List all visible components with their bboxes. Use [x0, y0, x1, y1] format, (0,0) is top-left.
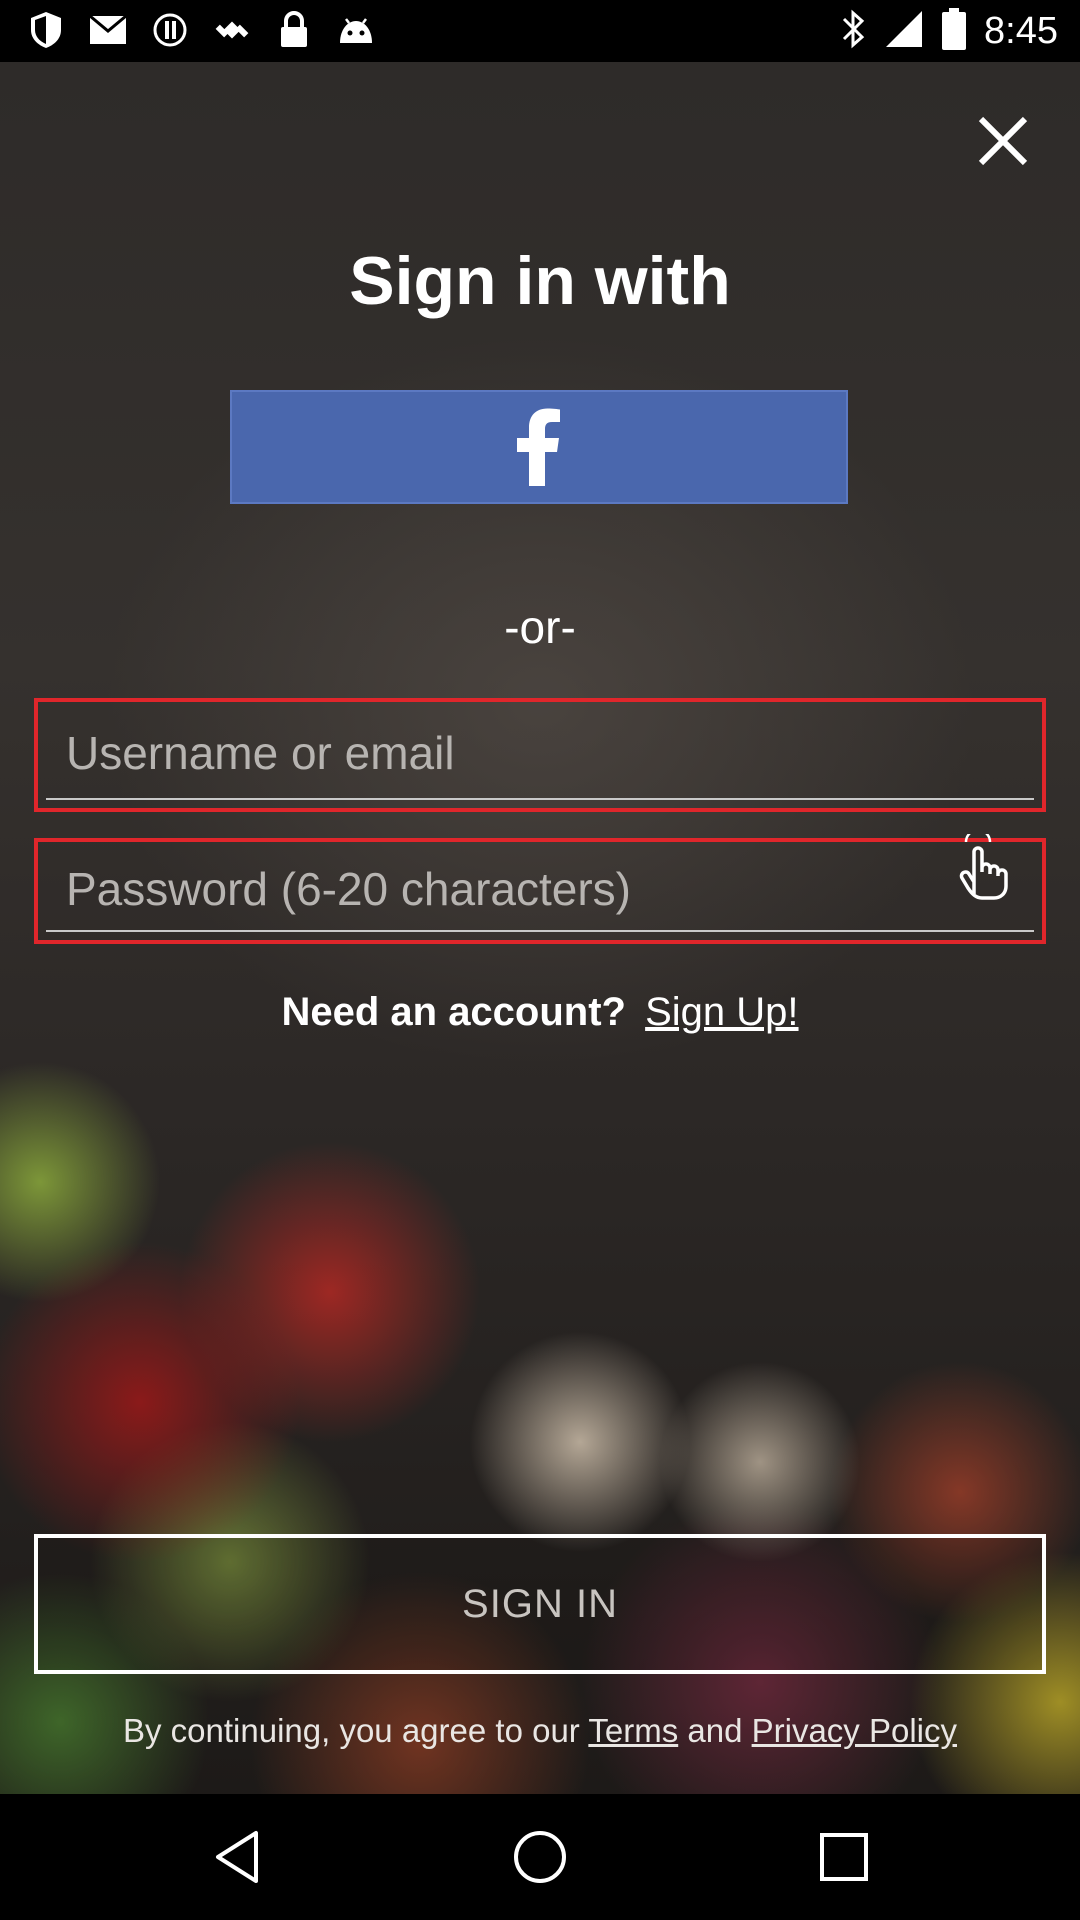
privacy-policy-link[interactable]: Privacy Policy — [752, 1712, 957, 1749]
status-time: 8:45 — [984, 10, 1058, 52]
home-icon — [514, 1831, 566, 1883]
close-button[interactable] — [972, 110, 1034, 172]
page-title: Sign in with — [349, 243, 731, 319]
home-button[interactable] — [510, 1827, 570, 1887]
need-account-text: Need an account? — [281, 990, 626, 1034]
password-input[interactable] — [46, 848, 1034, 932]
lock-icon — [274, 10, 314, 50]
login-panel: Sign in with -or- Need an account? Sign … — [0, 62, 1080, 1794]
hand-pointer-icon — [959, 828, 1008, 900]
facebook-login-button[interactable] — [230, 390, 848, 504]
username-input[interactable] — [46, 708, 1034, 800]
close-icon — [978, 116, 1028, 166]
recents-icon — [820, 1833, 868, 1881]
navigation-bar — [0, 1794, 1080, 1920]
signal-icon — [884, 9, 924, 54]
bluetooth-icon — [840, 9, 866, 54]
status-bar: 8:45 — [0, 0, 1080, 62]
username-field — [34, 698, 1046, 812]
terms-link[interactable]: Terms — [588, 1712, 678, 1749]
shield-icon — [26, 10, 66, 50]
show-password-button[interactable] — [952, 828, 1012, 904]
signup-link[interactable]: Sign Up! — [645, 990, 798, 1034]
or-divider: -or- — [504, 601, 576, 653]
mail-icon — [88, 10, 128, 50]
battery-icon — [942, 8, 967, 55]
alert-icon — [150, 10, 190, 50]
legal-text: By continuing, you agree to our Terms an… — [0, 1712, 1080, 1750]
android-icon — [336, 10, 376, 50]
fake-gps-icon — [212, 10, 252, 50]
facebook-icon — [517, 408, 560, 486]
legal-and: and — [687, 1712, 743, 1749]
back-button[interactable] — [210, 1827, 270, 1887]
sign-in-button[interactable]: SIGN IN — [34, 1534, 1046, 1674]
legal-prefix: By continuing, you agree to our — [122, 1712, 580, 1749]
recents-button[interactable] — [814, 1827, 874, 1887]
back-icon — [216, 1831, 258, 1883]
signup-row: Need an account? Sign Up! — [0, 990, 1080, 1035]
password-field — [34, 828, 1046, 944]
